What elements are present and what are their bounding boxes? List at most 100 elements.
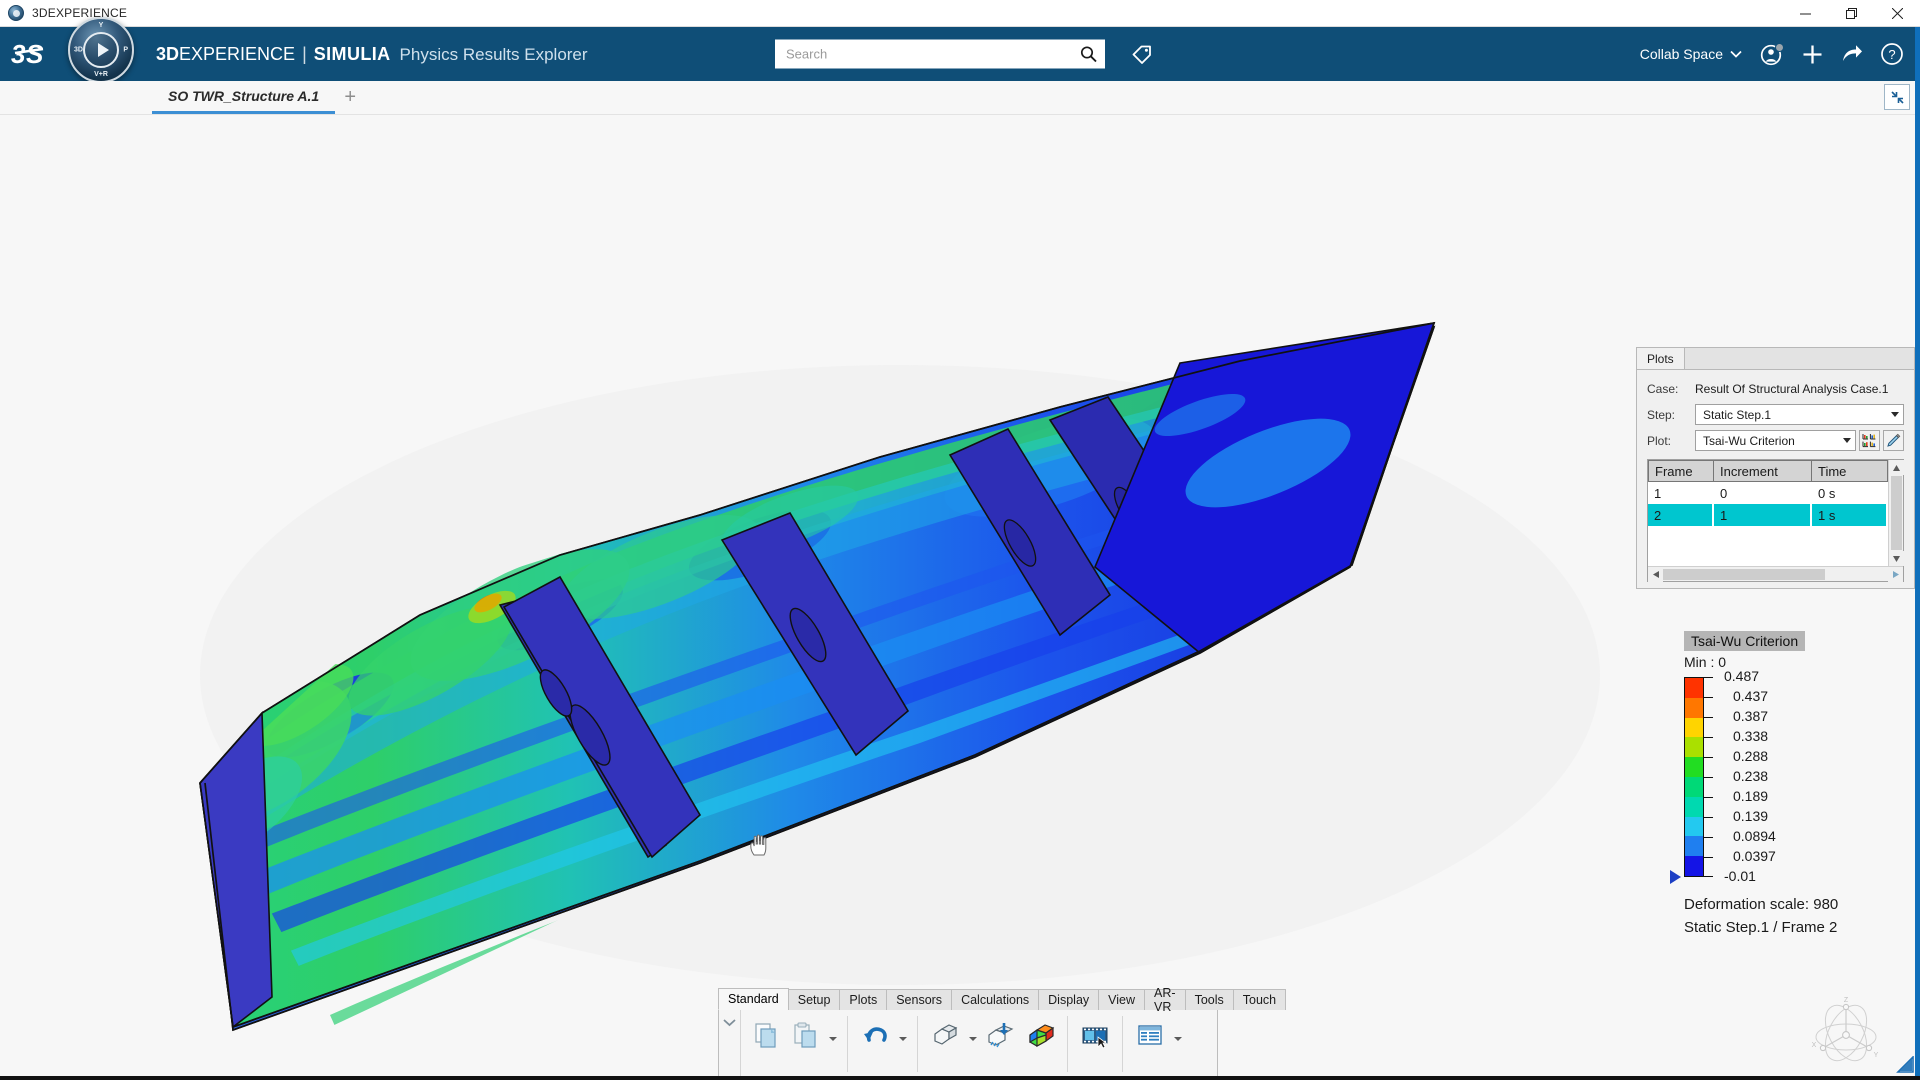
scroll-down-icon[interactable] xyxy=(1889,551,1904,566)
document-tab[interactable]: SO TWR_Structure A.1 xyxy=(152,80,335,114)
scroll-left-icon[interactable] xyxy=(1648,567,1663,582)
step-row: Step: Static Step.1 xyxy=(1647,404,1904,425)
tab-display[interactable]: Display xyxy=(1038,989,1099,1010)
close-icon[interactable] xyxy=(1874,0,1920,27)
search-input[interactable] xyxy=(776,41,1072,68)
legend-label-1: 0.437 xyxy=(1733,688,1768,704)
import-icon[interactable] xyxy=(981,1016,1019,1054)
column-header-frame[interactable]: Frame xyxy=(1648,460,1714,482)
undo-group xyxy=(851,1010,914,1060)
frames-table-vscrollbar[interactable] xyxy=(1888,460,1903,566)
case-label: Case: xyxy=(1647,382,1695,396)
tab-ar-vr[interactable]: AR-VR xyxy=(1144,989,1186,1010)
pencil-icon[interactable] xyxy=(1883,430,1904,451)
search-box[interactable] xyxy=(775,40,1105,69)
cell-frame: 2 xyxy=(1648,504,1714,526)
help-icon[interactable]: ? xyxy=(1874,36,1910,72)
report-dropdown-caret[interactable] xyxy=(1171,1016,1184,1054)
scroll-up-icon[interactable] xyxy=(1889,460,1904,475)
quad-chart-icon[interactable] xyxy=(1859,430,1880,451)
scroll-right-icon[interactable] xyxy=(1888,567,1903,582)
shape-icon[interactable] xyxy=(926,1016,964,1054)
legend-label-4: 0.288 xyxy=(1733,748,1768,764)
shape-dropdown-caret[interactable] xyxy=(966,1016,979,1054)
collapse-panel-button[interactable] xyxy=(1884,84,1910,110)
legend-min-pointer xyxy=(1670,870,1681,884)
animation-icon[interactable] xyxy=(1076,1016,1114,1054)
results-group xyxy=(921,1010,1064,1060)
panel-tab-filler xyxy=(1685,348,1914,369)
legend-label-10: -0.01 xyxy=(1724,868,1756,884)
axis-triad[interactable]: Z X Y xyxy=(1808,995,1884,1067)
app-icon xyxy=(8,5,24,21)
legend-ticks xyxy=(1704,677,1714,877)
brand-app-name: Physics Results Explorer xyxy=(400,45,588,64)
frames-table[interactable]: Frame Increment Time 1 0 0 s 2 1 1 s xyxy=(1647,459,1904,582)
tab-standard[interactable]: Standard xyxy=(718,988,789,1010)
3d-compass[interactable]: Y V+R 3D P xyxy=(62,27,138,81)
legend-label-7: 0.139 xyxy=(1733,808,1768,824)
search-icon[interactable] xyxy=(1072,41,1104,68)
ribbon-separator xyxy=(1122,1016,1123,1072)
legend-band-4 xyxy=(1685,777,1703,797)
paste-icon[interactable] xyxy=(786,1016,824,1054)
tab-tools[interactable]: Tools xyxy=(1185,989,1234,1010)
plot-select-value: Tsai-Wu Criterion xyxy=(1703,434,1837,448)
legend-band-7 xyxy=(1685,718,1703,738)
undo-dropdown-caret[interactable] xyxy=(896,1016,909,1054)
tab-setup[interactable]: Setup xyxy=(788,989,841,1010)
compass-label-y: Y xyxy=(99,22,104,29)
chevron-down-icon xyxy=(1730,50,1742,58)
3d-viewport[interactable]: Plots Case: Result Of Structural Analysi… xyxy=(0,115,1920,1080)
tab-plots[interactable]: Plots xyxy=(839,989,887,1010)
contour-plot-icon[interactable] xyxy=(1021,1016,1059,1054)
tag-icon[interactable] xyxy=(1125,37,1159,71)
legend-band-9 xyxy=(1685,678,1703,698)
3ds-logo-icon[interactable]: 3 S xyxy=(0,27,62,81)
add-icon[interactable] xyxy=(1794,36,1830,72)
tab-plots[interactable]: Plots xyxy=(1637,348,1685,369)
copy-icon[interactable] xyxy=(746,1016,784,1054)
table-row[interactable]: 1 0 0 s xyxy=(1648,482,1888,504)
collab-space-selector[interactable]: Collab Space xyxy=(1632,46,1750,62)
maximize-icon[interactable] xyxy=(1828,0,1874,27)
column-header-time[interactable]: Time xyxy=(1812,460,1888,482)
legend-band-6 xyxy=(1685,737,1703,757)
plot-select[interactable]: Tsai-Wu Criterion xyxy=(1695,430,1856,451)
collab-space-label: Collab Space xyxy=(1640,46,1723,62)
bottom-toolbar: Standard Setup Plots Sensors Calculation… xyxy=(718,988,1218,1080)
step-label: Step: xyxy=(1647,408,1695,422)
plots-panel: Plots Case: Result Of Structural Analysi… xyxy=(1636,347,1915,589)
legend-label-9: 0.0397 xyxy=(1733,848,1776,864)
compass-label-3d: 3D xyxy=(74,47,83,54)
plots-panel-tabs: Plots xyxy=(1637,348,1914,370)
chevron-down-icon[interactable] xyxy=(719,1010,741,1080)
vscroll-thumb[interactable] xyxy=(1891,476,1902,550)
hscroll-track[interactable] xyxy=(1663,569,1888,580)
frames-table-columns: Frame Increment Time 1 0 0 s 2 1 1 s xyxy=(1648,460,1888,566)
add-tab-button[interactable]: + xyxy=(335,80,365,114)
paste-dropdown-caret[interactable] xyxy=(826,1016,839,1054)
share-icon[interactable] xyxy=(1834,36,1870,72)
brand-experience: EXPERIENCE xyxy=(179,44,295,64)
case-value: Result Of Structural Analysis Case.1 xyxy=(1695,382,1888,396)
frames-table-hscrollbar[interactable] xyxy=(1648,566,1903,581)
report-table-icon[interactable] xyxy=(1131,1016,1169,1054)
step-select-value: Static Step.1 xyxy=(1703,408,1885,422)
resize-arrow-icon[interactable] xyxy=(1896,1056,1914,1074)
column-header-increment[interactable]: Increment xyxy=(1714,460,1812,482)
hscroll-thumb[interactable] xyxy=(1663,569,1825,580)
tab-touch[interactable]: Touch xyxy=(1233,989,1286,1010)
tab-view[interactable]: View xyxy=(1098,989,1145,1010)
minimize-icon[interactable] xyxy=(1782,0,1828,27)
brand-title: 3DEXPERIENCE|SIMULIAPhysics Results Expl… xyxy=(156,44,588,65)
step-select[interactable]: Static Step.1 xyxy=(1695,404,1904,425)
tab-calculations[interactable]: Calculations xyxy=(951,989,1039,1010)
undo-icon[interactable] xyxy=(856,1016,894,1054)
table-row[interactable]: 2 1 1 s xyxy=(1648,504,1888,526)
ribbon-separator xyxy=(847,1016,848,1072)
tab-sensors[interactable]: Sensors xyxy=(886,989,952,1010)
legend-label-2: 0.387 xyxy=(1733,708,1768,724)
brand-simulia: SIMULIA xyxy=(314,44,391,64)
user-icon[interactable] xyxy=(1754,36,1790,72)
